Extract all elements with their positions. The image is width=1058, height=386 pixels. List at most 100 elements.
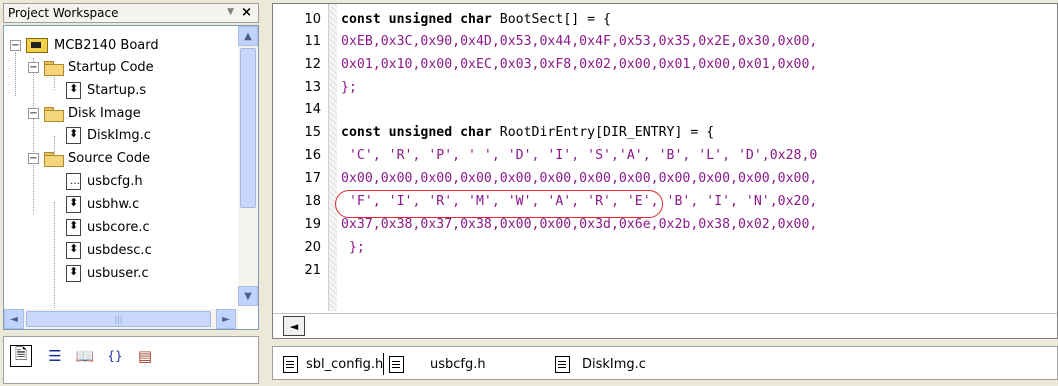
tree-label: usbcore.c xyxy=(87,219,150,235)
source-file-icon xyxy=(66,264,81,282)
functions-tab-icon[interactable]: {} xyxy=(104,345,126,367)
collapse-icon[interactable]: − xyxy=(28,61,39,73)
line-number: 12 xyxy=(304,57,321,72)
scroll-thumb[interactable]: ||| xyxy=(26,311,211,327)
code-line[interactable]: 0x37,0x38,0x37,0x38,0x00,0x00,0x3d,0x6e,… xyxy=(341,217,817,232)
code-line[interactable]: }; xyxy=(341,240,365,255)
line-number: 13 xyxy=(304,80,321,95)
scroll-left-icon[interactable]: ◄ xyxy=(283,316,305,336)
source-file-icon xyxy=(66,81,81,99)
scroll-down-icon[interactable]: ▼ xyxy=(238,286,258,306)
tree-label: Startup.s xyxy=(87,82,147,98)
code-line[interactable]: 'C', 'R', 'P', ' ', 'D', 'I', 'S','A', '… xyxy=(341,148,817,163)
tab-label: sbl_config.h xyxy=(306,356,384,372)
line-number: 16 xyxy=(304,148,321,163)
code-line[interactable]: 0xEB,0x3C,0x90,0x4D,0x53,0x44,0x4F,0x53,… xyxy=(341,34,817,49)
folder-icon xyxy=(44,106,64,122)
project-tree: − MCB2140 Board − Startup Code Startup.s… xyxy=(3,25,259,330)
code-line[interactable]: const unsigned char RootDirEntry[DIR_ENT… xyxy=(341,125,714,140)
collapse-icon[interactable]: − xyxy=(28,152,39,164)
selection-margin xyxy=(329,4,337,311)
tree-node-board[interactable]: − MCB2140 Board xyxy=(10,34,159,56)
identifier: BootSect[] = { xyxy=(491,12,611,27)
tree-node-usbcore-c[interactable]: usbcore.c xyxy=(66,216,150,238)
tab-label: usbcfg.h xyxy=(430,356,486,372)
tab-usbcfg-h[interactable]: usbcfg.h xyxy=(389,353,486,375)
line-number: 21 xyxy=(304,263,321,278)
folder-icon xyxy=(44,60,64,76)
scroll-up-icon[interactable]: ▲ xyxy=(238,26,258,46)
document-icon xyxy=(283,355,298,373)
code-line[interactable]: 0x00,0x00,0x00,0x00,0x00,0x00,0x00,0x00,… xyxy=(341,171,817,186)
dock-menu-icon[interactable]: ▼ xyxy=(227,7,234,17)
folder-icon xyxy=(44,151,64,167)
tree-horizontal-scrollbar[interactable]: ◄ ||| ► xyxy=(4,309,238,329)
editor-horizontal-scrollbar[interactable]: ◄ xyxy=(273,313,1057,337)
tree-label: MCB2140 Board xyxy=(54,37,159,53)
header-file-icon xyxy=(66,172,81,190)
workspace-title: Project Workspace xyxy=(8,6,119,20)
tree-label: Disk Image xyxy=(68,105,141,121)
line-number: 18 xyxy=(304,194,321,209)
books-tab-icon[interactable]: 📖 xyxy=(74,345,96,367)
line-number: 14 xyxy=(304,102,321,117)
document-icon xyxy=(389,355,404,373)
templates-tab-icon[interactable]: ▤ xyxy=(134,345,156,367)
code-line[interactable]: const unsigned char BootSect[] = { xyxy=(341,12,611,27)
regs-tab-icon[interactable]: ☰ xyxy=(44,345,66,367)
scroll-right-icon[interactable]: ► xyxy=(216,309,236,329)
source-file-icon xyxy=(66,241,81,259)
code-line[interactable]: 0x01,0x10,0x00,0xEC,0x03,0xF8,0x02,0x00,… xyxy=(341,57,817,72)
tree-label: DiskImg.c xyxy=(87,127,151,143)
tree-view: − MCB2140 Board − Startup Code Startup.s… xyxy=(4,26,236,312)
close-icon[interactable]: × xyxy=(241,5,252,20)
tree-node-startup-s[interactable]: Startup.s xyxy=(66,79,146,101)
keyword: const unsigned char xyxy=(341,125,492,140)
tree-vertical-scrollbar[interactable]: ▲ ▼ xyxy=(238,26,258,306)
scroll-left-icon[interactable]: ◄ xyxy=(4,309,24,329)
tree-node-usbuser-c[interactable]: usbuser.c xyxy=(66,262,149,284)
source-file-icon xyxy=(66,195,81,213)
line-number: 15 xyxy=(304,125,321,140)
files-tab-icon[interactable]: 🗎 xyxy=(10,345,32,367)
tab-label: DiskImg.c xyxy=(582,356,646,372)
tree-node-startup-code[interactable]: − Startup Code xyxy=(28,56,154,78)
tree-node-usbhw-c[interactable]: usbhw.c xyxy=(66,193,139,215)
annotation-circle xyxy=(335,190,663,218)
line-number: 11 xyxy=(304,34,321,49)
tree-node-diskimg-c[interactable]: DiskImg.c xyxy=(66,124,151,146)
line-number: 20 xyxy=(304,240,321,255)
tree-node-usbcfg-h[interactable]: usbcfg.h xyxy=(66,170,143,192)
tree-label: usbcfg.h xyxy=(87,173,143,189)
line-number-gutter: 10 11 12 13 14 15 16 17 18 19 20 21 xyxy=(273,4,329,311)
source-file-icon xyxy=(66,218,81,236)
code-editor[interactable]: 10 11 12 13 14 15 16 17 18 19 20 21 cons… xyxy=(272,3,1058,339)
tree-label: usbdesc.c xyxy=(87,242,152,258)
workspace-tab-bar: 🗎 ☰ 📖 {} ▤ xyxy=(3,336,259,384)
workspace-header: Project Workspace ▼ × xyxy=(3,3,259,23)
code-line[interactable]: }; xyxy=(341,80,357,95)
document-icon xyxy=(555,355,570,373)
tree-label: usbhw.c xyxy=(87,196,140,212)
collapse-icon[interactable]: − xyxy=(10,39,21,51)
keyword: const unsigned char xyxy=(341,12,492,27)
line-number: 19 xyxy=(304,217,321,232)
line-number: 10 xyxy=(304,12,321,27)
project-workspace-panel: Project Workspace ▼ × − MCB2140 Board − … xyxy=(0,0,262,386)
tree-label: Startup Code xyxy=(68,59,154,75)
source-file-icon xyxy=(66,126,81,144)
identifier: RootDirEntry[DIR_ENTRY] = { xyxy=(491,125,715,140)
board-icon xyxy=(26,37,48,53)
tree-node-disk-image[interactable]: − Disk Image xyxy=(28,102,141,124)
tree-node-source-code[interactable]: − Source Code xyxy=(28,147,150,169)
file-tab-bar: sbl_config.h usbcfg.h DiskImg.c xyxy=(272,346,1058,380)
scroll-thumb[interactable] xyxy=(240,48,256,208)
tab-diskimg-c[interactable]: DiskImg.c xyxy=(555,353,646,375)
collapse-icon[interactable]: − xyxy=(28,107,39,119)
tree-node-usbdesc-c[interactable]: usbdesc.c xyxy=(66,239,152,261)
tree-label: usbuser.c xyxy=(87,265,149,281)
tab-separator xyxy=(383,353,384,375)
tree-label: Source Code xyxy=(68,150,151,166)
tab-sbl-config-h[interactable]: sbl_config.h xyxy=(283,353,383,375)
line-number: 17 xyxy=(304,171,321,186)
